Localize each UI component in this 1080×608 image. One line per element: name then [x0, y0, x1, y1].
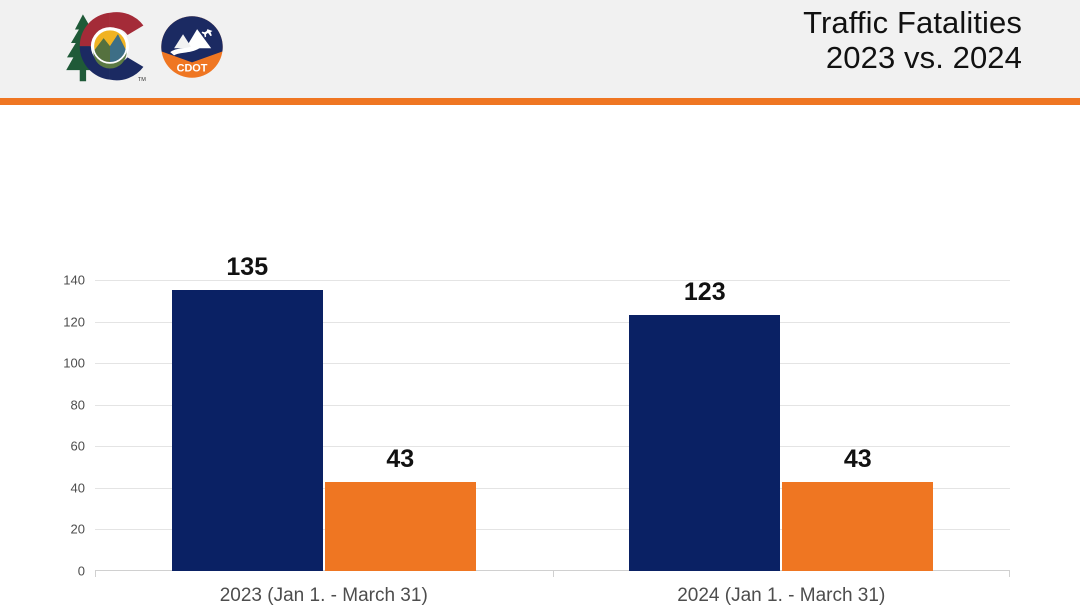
- page-title-line-1: Traffic Fatalities: [803, 5, 1022, 40]
- y-axis-tick-label: 120: [63, 314, 85, 330]
- colorado-logo: TM: [66, 12, 146, 83]
- bar-total[interactable]: [629, 315, 781, 571]
- x-axis-tick: [552, 571, 554, 577]
- y-axis-tick-label: 140: [63, 272, 85, 288]
- bar-value-label: 43: [843, 444, 872, 473]
- cdot-logo: CDOT: [161, 16, 223, 78]
- cdot-logo-text: CDOT: [177, 62, 208, 74]
- page-header: TM CDOT Traffic Fatalities 2023 vs. 2024: [0, 0, 1080, 98]
- bar-impairment[interactable]: [324, 481, 476, 571]
- y-axis-tick-label: 80: [70, 397, 85, 413]
- bar-chart: 0 20 40 60 80 100 120 140 135 43 123 43 2023 (Jan …: [0, 105, 1080, 606]
- y-axis-tick-label: 60: [70, 438, 85, 454]
- bar-total[interactable]: [171, 290, 323, 571]
- x-axis-tick: [1009, 571, 1010, 577]
- page-title: Traffic Fatalities 2023 vs. 2024: [803, 5, 1022, 75]
- y-axis-tick-label: 0: [77, 563, 85, 579]
- x-axis-category-label: 2023 (Jan 1. - March 31): [219, 585, 428, 606]
- y-axis-tick-label: 40: [70, 480, 85, 496]
- y-axis-tick-label: 20: [70, 521, 85, 537]
- trademark-mark: TM: [138, 77, 146, 83]
- page-title-line-2: 2023 vs. 2024: [825, 39, 1022, 75]
- x-axis-tick: [95, 571, 96, 577]
- bar-value-label: 123: [683, 278, 726, 307]
- bar-value-label: 43: [386, 444, 415, 473]
- bar-value-label: 135: [226, 253, 269, 282]
- bar-impairment[interactable]: [782, 481, 934, 571]
- header-divider: [0, 98, 1080, 105]
- logo-group: TM CDOT: [62, 8, 224, 86]
- y-axis-tick-label: 100: [63, 355, 85, 371]
- x-axis-category-label: 2024 (Jan 1. - March 31): [677, 585, 886, 606]
